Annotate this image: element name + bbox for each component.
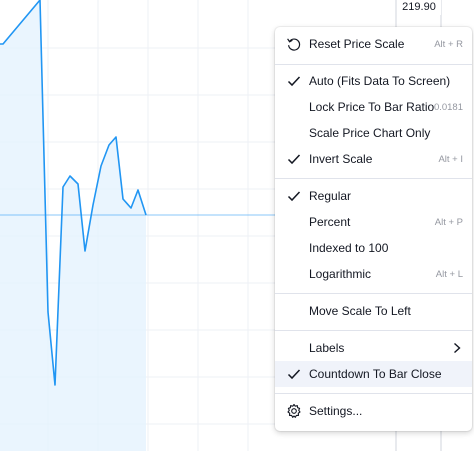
menu-separator <box>275 293 472 294</box>
regular-item[interactable]: Regular <box>275 183 472 209</box>
price-scale-label: 219.90 <box>397 0 441 15</box>
scale-price-chart-only-item[interactable]: Scale Price Chart Only <box>275 120 472 146</box>
reset-price-scale-item[interactable]: Reset Price Scale Alt + R <box>275 31 472 57</box>
countdown-label: Countdown To Bar Close <box>309 367 442 381</box>
logarithmic-hotkey: Alt + L <box>435 268 463 280</box>
price-scale-context-menu: Reset Price Scale Alt + R Auto (Fits Dat… <box>275 27 472 431</box>
lock-ratio-value: 0.0181 <box>433 101 463 113</box>
settings-label: Settings... <box>309 404 363 418</box>
checkmark-icon <box>285 72 303 90</box>
reset-icon <box>285 35 303 53</box>
countdown-to-bar-close-item[interactable]: Countdown To Bar Close <box>275 361 472 387</box>
checkmark-icon <box>285 187 303 205</box>
move-scale-to-left-label: Move Scale To Left <box>309 304 411 318</box>
menu-separator <box>275 330 472 331</box>
settings-item[interactable]: Settings... <box>275 398 472 424</box>
move-scale-to-left-item[interactable]: Move Scale To Left <box>275 298 472 324</box>
gear-icon <box>285 402 303 420</box>
menu-separator <box>275 393 472 394</box>
indexed-to-100-item[interactable]: Indexed to 100 <box>275 235 472 261</box>
regular-label: Regular <box>309 189 352 203</box>
labels-label: Labels <box>309 341 345 355</box>
invert-scale-label: Invert Scale <box>309 152 373 166</box>
indexed-to-100-label: Indexed to 100 <box>309 241 389 255</box>
invert-scale-item[interactable]: Invert Scale Alt + I <box>275 146 472 172</box>
checkmark-icon <box>285 150 303 168</box>
percent-label: Percent <box>309 215 351 229</box>
auto-fit-item[interactable]: Auto (Fits Data To Screen) <box>275 68 472 94</box>
logarithmic-label: Logarithmic <box>309 267 372 281</box>
labels-submenu-item[interactable]: Labels <box>275 335 472 361</box>
percent-hotkey: Alt + P <box>434 216 463 228</box>
lock-ratio-label: Lock Price To Bar Ratio <box>309 100 435 114</box>
auto-fit-label: Auto (Fits Data To Screen) <box>309 74 451 88</box>
checkmark-icon <box>285 365 303 383</box>
invert-scale-hotkey: Alt + I <box>438 153 463 165</box>
menu-separator <box>275 178 472 179</box>
logarithmic-item[interactable]: Logarithmic Alt + L <box>275 261 472 287</box>
percent-item[interactable]: Percent Alt + P <box>275 209 472 235</box>
reset-price-scale-hotkey: Alt + R <box>434 38 463 50</box>
price-area <box>0 0 146 451</box>
lock-price-to-bar-ratio-item[interactable]: Lock Price To Bar Ratio 0.0181 <box>275 94 472 120</box>
menu-separator <box>275 64 472 65</box>
reset-price-scale-label: Reset Price Scale <box>309 37 405 51</box>
chevron-right-icon <box>448 339 466 357</box>
scale-price-chart-only-label: Scale Price Chart Only <box>309 126 431 140</box>
